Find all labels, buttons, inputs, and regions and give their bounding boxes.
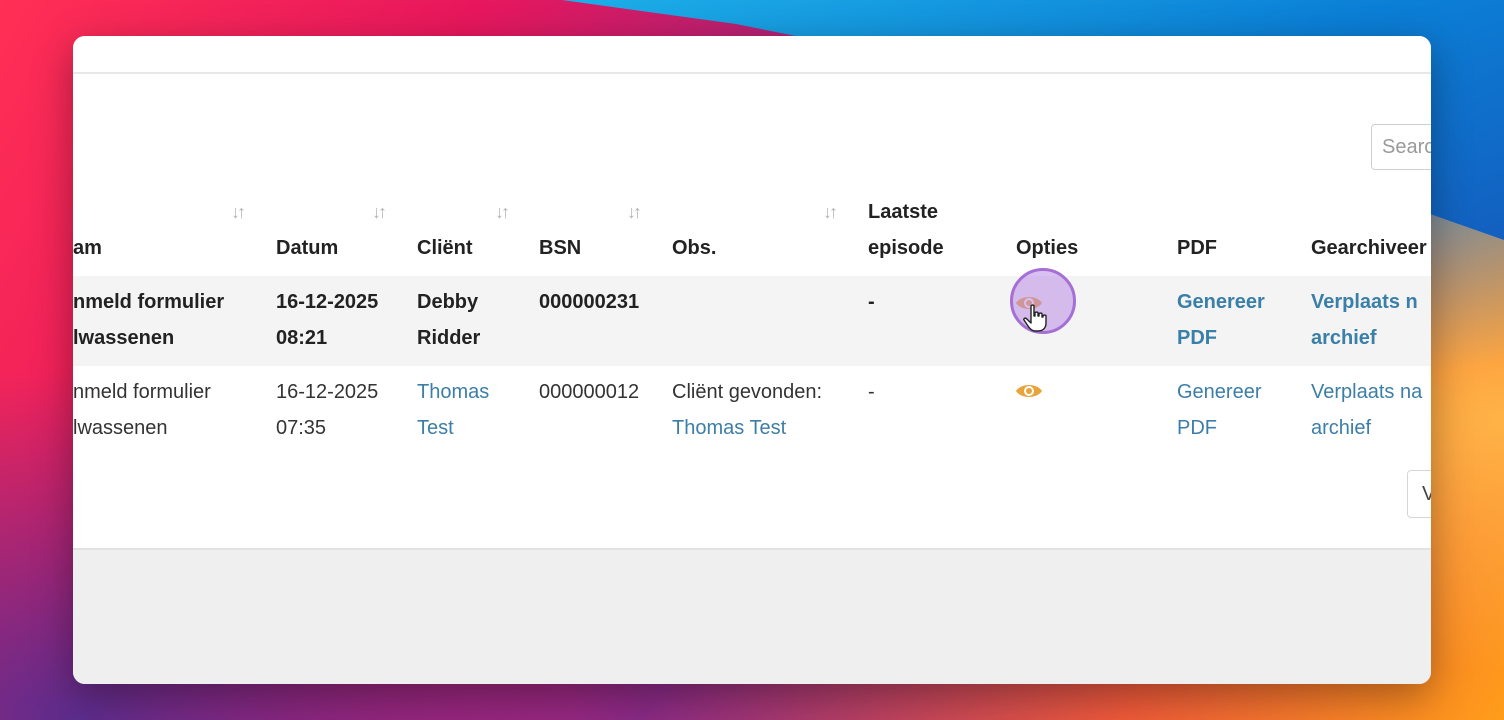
client-link[interactable]: Thomas xyxy=(417,374,489,410)
header-obs[interactable]: Obs. xyxy=(672,230,716,266)
header-opties: Opties xyxy=(1016,237,1079,259)
search-input[interactable] xyxy=(1372,125,1431,169)
cell-datum: 07:35 xyxy=(276,417,327,439)
move-to-archive-link[interactable]: Verplaats na xyxy=(1311,374,1422,410)
sort-icon[interactable]: ↓↑ xyxy=(823,202,838,223)
sort-icon[interactable]: ↓↑ xyxy=(627,202,642,223)
client-link[interactable]: Test xyxy=(417,410,454,446)
table-panel: ↓↑ ↓↑ ↓↑ ↓↑ ↓↑ am Datum Cliënt BSN Obs. … xyxy=(73,36,1431,550)
cell-laatste-episode: - xyxy=(868,291,875,313)
cell-bsn: 000000231 xyxy=(539,291,640,313)
cell-naam: nmeld formulier xyxy=(73,291,225,313)
header-laatste-episode-line2: episode xyxy=(868,237,944,259)
header-naam[interactable]: am xyxy=(73,230,102,266)
browser-window: ↓↑ ↓↑ ↓↑ ↓↑ ↓↑ am Datum Cliënt BSN Obs. … xyxy=(73,36,1431,684)
header-datum[interactable]: Datum xyxy=(276,230,338,266)
header-pdf: PDF xyxy=(1177,237,1217,259)
cell-naam: lwassenen xyxy=(73,417,168,439)
sort-icon[interactable]: ↓↑ xyxy=(495,202,510,223)
cell-obs: Cliënt gevonden: xyxy=(672,381,823,403)
divider xyxy=(73,72,1431,74)
cell-datum: 16-12-2025 xyxy=(276,291,379,313)
generate-pdf-link[interactable]: Genereer xyxy=(1177,374,1262,410)
search-field[interactable] xyxy=(1371,124,1431,170)
move-to-archive-link[interactable]: Verplaats n xyxy=(1311,284,1418,320)
table-row: nmeld formulier lwassenen 16-12-2025 07:… xyxy=(73,366,1431,456)
generate-pdf-link[interactable]: Genereer xyxy=(1177,284,1265,320)
cell-client: Ridder xyxy=(417,327,481,349)
pagination-button[interactable]: V xyxy=(1407,470,1431,518)
header-client[interactable]: Cliënt xyxy=(417,230,473,266)
cell-datum: 16-12-2025 xyxy=(276,381,379,403)
move-to-archive-link[interactable]: archief xyxy=(1311,410,1371,446)
header-gearchiveerd: Gearchiveer xyxy=(1311,237,1427,259)
hand-pointer-icon xyxy=(1023,304,1047,332)
cell-bsn: 000000012 xyxy=(539,381,640,403)
obs-client-link[interactable]: Thomas Test xyxy=(672,410,786,446)
cell-naam: nmeld formulier xyxy=(73,381,211,403)
move-to-archive-link[interactable]: archief xyxy=(1311,320,1377,356)
cell-client: Debby xyxy=(417,291,479,313)
generate-pdf-link[interactable]: PDF xyxy=(1177,320,1217,356)
page-background xyxy=(73,550,1431,684)
header-bsn[interactable]: BSN xyxy=(539,230,581,266)
sort-icon[interactable]: ↓↑ xyxy=(372,202,387,223)
generate-pdf-link[interactable]: PDF xyxy=(1177,410,1217,446)
cell-datum: 08:21 xyxy=(276,327,328,349)
eye-icon[interactable] xyxy=(1015,382,1043,400)
table-row: nmeld formulier lwassenen 16-12-2025 08:… xyxy=(73,276,1431,366)
cell-laatste-episode: - xyxy=(868,381,875,403)
cell-naam: lwassenen xyxy=(73,327,175,349)
header-laatste-episode-line1: Laatste xyxy=(868,201,939,223)
sort-icon[interactable]: ↓↑ xyxy=(231,202,246,223)
